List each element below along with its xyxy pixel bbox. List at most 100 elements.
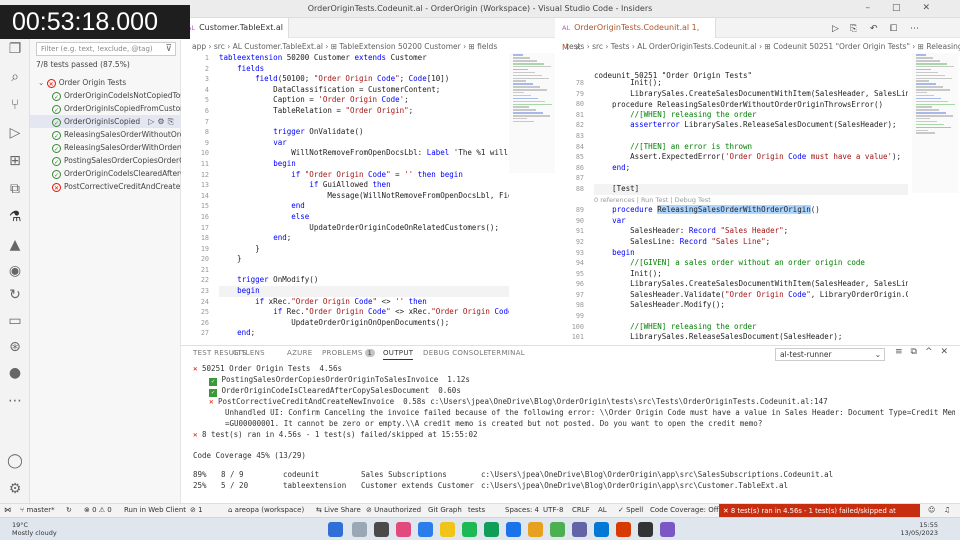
code-line[interactable]: begin [219,159,509,170]
feedback-icon[interactable]: ☺ [928,506,935,514]
areopa-workspace[interactable]: ⌂ areopa (workspace) [228,506,304,514]
code-line[interactable]: SalesHeader.Modify(); [594,300,908,311]
error-count[interactable]: ⊗ 0 ⚠ 0 [84,506,112,514]
run-web-client[interactable]: Run in Web Client [124,506,186,514]
code-line[interactable]: LibrarySales.CreateSalesDocumentWithItem… [594,89,908,100]
code-line[interactable]: var [219,138,509,149]
gitlens-icon[interactable]: ◉ [6,262,24,280]
code-line[interactable]: var [594,216,908,227]
code-line[interactable]: field(50100; "Order Origin Code"; Code[1… [219,74,509,85]
code-line[interactable]: end; [219,328,509,339]
testing-icon[interactable]: ⚗ [6,208,24,226]
code-line[interactable]: TableRelation = "Order Origin"; [219,106,509,117]
minimap-left[interactable] [509,53,555,173]
code-line[interactable]: LibrarySales.ReleaseSalesDocument(SalesH… [594,332,908,343]
code-line[interactable]: SalesLine: Record "Sales Line"; [594,237,908,248]
code-line[interactable]: [Test] [594,183,908,195]
code-line[interactable]: Message(WillNotRemoveFromOpenDocsLbl, Fi… [219,191,509,202]
start-icon[interactable] [328,522,343,537]
code-line[interactable]: asserterror LibrarySales.ReleaseSalesDoc… [594,120,908,131]
extensions-icon[interactable]: ⊞ [6,152,24,170]
panel-tab[interactable]: AZURE [287,349,313,357]
left-editor[interactable]: 1 2 3 4 5 6 7 8 9 10 11 12 13 14 15 16 17 18 19 20 21 22 23 24 2… [181,53,555,345]
test-item[interactable]: ✓ ReleasingSalesOrderWithOrderOri [30,141,181,154]
eol[interactable]: CRLF [572,506,590,514]
test-failure-status[interactable]: ✕ 8 test(s) ran in 4.56s - 1 test(s) fai… [719,504,920,529]
code-line[interactable] [219,265,509,276]
remote-icon[interactable]: ⋈ [4,506,11,514]
breadcrumb-left[interactable]: app › src › AL Customer.TableExt.al › ⊞ … [192,40,552,53]
app-icon[interactable] [396,522,411,537]
indentation[interactable]: Spaces: 4 [505,506,539,514]
code-line[interactable]: } [219,244,509,255]
code-line[interactable]: trigger OnModify() [219,275,509,286]
panel-tab[interactable]: OUTPUT [383,349,414,360]
app-icon[interactable] [528,522,543,537]
code-line[interactable] [594,99,908,110]
git-compare-icon[interactable]: ↶ [870,24,878,34]
code-line[interactable]: SalesHeader.Validate("Order Origin Code"… [594,290,908,301]
code-area[interactable]: Init(); LibrarySales.CreateSalesDocument… [594,78,908,343]
file-explorer-icon[interactable] [440,522,455,537]
minimap-right[interactable] [912,53,958,193]
test-item[interactable]: ✓ OrderOriginCodeIsClearedAfterCo [30,167,181,180]
sync-icon[interactable]: ↻ [66,506,72,514]
code-line[interactable]: Caption = 'Order Origin Code'; [219,95,509,106]
code-line[interactable]: UpdateOrderOriginOnOpenDocuments(); [219,318,509,329]
test-item[interactable]: ✓ OrderOriginIsCopiedFromCustom [30,102,181,115]
open-changes-icon[interactable]: ⎘ [850,24,857,34]
code-line[interactable]: end; [594,163,908,174]
code-line[interactable]: end [219,201,509,212]
panel-tab[interactable]: GITLENS [233,349,265,357]
github-icon[interactable]: ● [6,364,24,382]
terminal-icon[interactable] [638,522,653,537]
run-debug-icon[interactable]: ▷ [6,124,24,142]
output-channel-select[interactable]: al-test-runner ⌄ [775,348,885,361]
split-editor-icon[interactable]: ⧠ [890,24,897,34]
filter-icon[interactable]: ⊽ [165,44,172,54]
live-share[interactable]: ⇆ Live Share [316,506,361,514]
explorer-icon[interactable]: ❐ [6,40,24,58]
code-line[interactable]: //[THEN] an error is thrown [594,142,908,153]
code-line[interactable] [219,117,509,128]
code-line[interactable]: if Rec."Order Origin Code" <> xRec."Orde… [219,307,509,318]
test-item[interactable]: ✓ OrderOriginIsCopied ▷⚙⎘ [30,115,181,128]
right-editor[interactable]: codeunit 50251 "Order Origin Tests" proc… [556,53,960,345]
breadcrumb-right[interactable]: tests › src › Tests › AL OrderOriginTest… [566,40,960,53]
code-line[interactable]: } [219,254,509,265]
browser-icon[interactable] [506,522,521,537]
code-line[interactable]: fields [219,64,509,75]
code-line[interactable]: SalesHeader: Record "Sales Header"; [594,226,908,237]
timeline-icon[interactable]: ↻ [6,286,24,304]
search-icon[interactable] [352,522,367,537]
live-share-icon[interactable]: ⊛ [6,338,24,356]
vscode-insiders-icon[interactable] [550,522,565,537]
test-item[interactable]: ✓ PostingSalesOrderCopiesOrderOri [30,154,181,167]
source-control-icon[interactable]: ⑂ [6,96,24,114]
code-line[interactable]: LibrarySales.CreateSalesDocumentWithItem… [594,279,908,290]
test-group-root[interactable]: ⌄ ✕ Order Origin Tests [30,76,181,89]
language-mode[interactable]: AL [598,506,607,514]
code-line[interactable]: WillNotRemoveFromOpenDocsLbl: Label 'The… [219,148,509,159]
code-line[interactable]: begin [594,248,908,259]
more-icon[interactable]: ⋯ [6,392,24,410]
code-line[interactable]: end; [219,233,509,244]
spell-check[interactable]: ✓ Spell [618,506,643,514]
ports[interactable]: ⊘ 1 [190,506,203,514]
code-line[interactable]: DataClassification = CustomerContent; [219,85,509,96]
code-line[interactable] [594,131,908,142]
test-item[interactable]: ✓ ReleasingSalesOrderWithoutOrder [30,128,181,141]
app-icon[interactable] [484,522,499,537]
tab-customer-tableext[interactable]: AL Customer.TableExt.al [181,18,289,38]
tab-order-origin-tests[interactable]: AL OrderOriginTests.Codeunit.al 1, M × [556,18,716,52]
test-actions[interactable]: ▷⚙⎘ [148,115,177,128]
teams-icon[interactable] [572,522,587,537]
task-view-icon[interactable] [374,522,389,537]
run-icon[interactable]: ▷ [832,24,839,34]
app-icon[interactable] [418,522,433,537]
clock[interactable]: 15:55 13/05/2023 [901,521,938,537]
code-line[interactable]: Init(); [594,269,908,280]
panel-tab[interactable]: DEBUG CONSOLE [423,349,488,357]
app-icon[interactable] [462,522,477,537]
code-line[interactable] [594,311,908,322]
